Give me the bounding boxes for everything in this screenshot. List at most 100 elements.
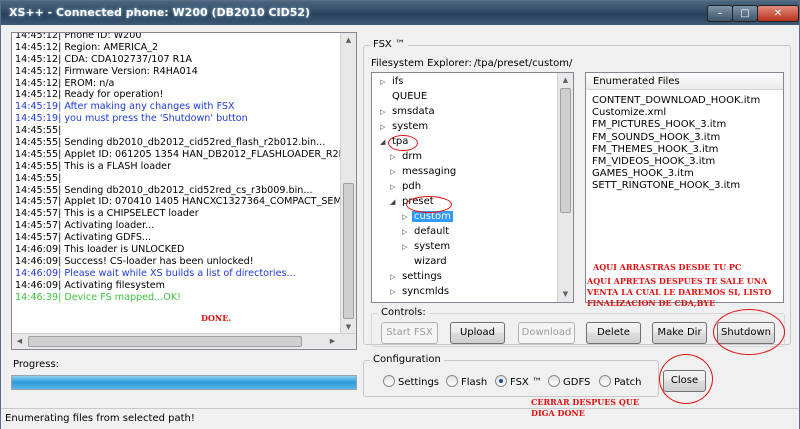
radio-gdfs[interactable]: GDFS [548, 375, 590, 388]
delete-button[interactable]: Delete [586, 322, 641, 344]
radio-label: Settings [398, 377, 440, 388]
log-vertical-scrollbar[interactable]: ▲ ▼ [340, 33, 356, 335]
tree-item-system[interactable]: ▷ system [402, 240, 452, 253]
scroll-thumb[interactable] [343, 183, 354, 319]
upload-button[interactable]: Upload [450, 322, 505, 344]
maximize-button[interactable]: □ [732, 5, 758, 22]
log-line: 14:45:55| [15, 172, 62, 184]
minimize-button[interactable]: – [707, 5, 733, 22]
file-list-item[interactable]: FM_VIDEOS_HOOK_3.itm [592, 156, 715, 168]
collapse-arrow-icon[interactable]: ◢ [390, 196, 400, 209]
make-dir-button[interactable]: Make Dir [652, 322, 707, 344]
tree-item-wizard[interactable]: wizard [402, 255, 449, 268]
annotation-drag-note-3: VENTA LA CUAL LE DAREMOS SI, LISTO [587, 287, 772, 297]
log-line: 14:45:12| Firmware Version: R4HA014 [15, 65, 198, 77]
file-list-item[interactable]: SETT_RINGTONE_HOOK_3.itm [592, 180, 740, 192]
progress-label: Progress: [13, 359, 60, 370]
tree-item-pdh[interactable]: ▷ pdh [390, 180, 423, 193]
expand-arrow-icon[interactable]: ▷ [380, 76, 390, 89]
tree-item-messaging[interactable]: ▷ messaging [390, 165, 458, 178]
file-list-item[interactable]: GAMES_HOOK_3.itm [592, 168, 694, 180]
expand-arrow-icon[interactable]: ▷ [390, 151, 400, 164]
log-line: 14:45:12| Phone ID: W200 [15, 33, 142, 41]
tree-item-default[interactable]: ▷ default [402, 225, 451, 238]
tree-item-system[interactable]: ▷ system [380, 120, 430, 133]
tree-item-label: ifs [392, 76, 404, 87]
start-fsx-button[interactable]: Start FSX [381, 322, 438, 344]
scroll-thumb[interactable] [560, 88, 571, 213]
radio-dot-icon[interactable] [548, 375, 560, 387]
log-list: 14:45:12| Phone ID: W200 14:45:12| Region… [12, 33, 342, 335]
radio-fsx[interactable]: FSX ™ [495, 375, 542, 388]
title-bar[interactable]: XS++ - Connected phone: W200 (DB2010 CID… [1, 1, 799, 25]
radio-dot-icon[interactable] [495, 375, 507, 387]
file-list-item[interactable]: FM_PICTURES_HOOK_3.itm [592, 119, 726, 131]
fsx-group-title: FSX ™ [370, 39, 408, 50]
expand-arrow-icon[interactable]: ▷ [380, 121, 390, 134]
log-line: 14:45:12| EROM: n/a [15, 77, 115, 89]
explorer-label: Filesystem Explorer: [371, 58, 472, 69]
log-line: 14:45:19| After making any changes with … [15, 101, 235, 113]
tree-item-label: pdh [402, 181, 422, 192]
file-list-item[interactable]: FM_THEMES_HOOK_3.itm [592, 144, 718, 156]
expand-arrow-icon[interactable]: ▷ [402, 226, 412, 239]
radio-dot-icon[interactable] [383, 375, 395, 387]
radio-label: GDFS [563, 377, 591, 388]
scroll-thumb[interactable] [28, 336, 302, 347]
annotation-close-note-2: DIGA DONE [531, 408, 585, 418]
tree-item-label: drm [402, 151, 423, 162]
download-button[interactable]: Download [518, 322, 575, 344]
log-line: 14:45:19| you must press the 'Shutdown' … [15, 113, 248, 125]
tree-item-label: system [392, 121, 429, 132]
progress-bar [11, 375, 357, 390]
tree-item-drm[interactable]: ▷ drm [390, 150, 424, 163]
controls-title: Controls: [378, 307, 429, 318]
tree-item-smsdata[interactable]: ▷ smsdata [380, 105, 437, 118]
expand-arrow-icon[interactable]: ▷ [390, 271, 400, 284]
annotation-circle-tpa [388, 135, 418, 151]
tree-item-syncmlds[interactable]: ▷ syncmlds [390, 285, 451, 298]
log-line: 14:45:55| Applet ID: 061205 1354 HAN_DB2… [15, 148, 342, 160]
expand-arrow-icon[interactable]: ▷ [390, 286, 400, 299]
scroll-up-icon[interactable]: ▲ [558, 73, 573, 88]
radio-label: Flash [461, 377, 488, 388]
expand-arrow-icon[interactable]: ▷ [402, 211, 412, 224]
tree-item-label: QUEUE [392, 91, 428, 102]
scroll-down-icon[interactable]: ▼ [558, 287, 573, 302]
tree-item-label: system [414, 241, 451, 252]
annotation-circle-shutdown [713, 309, 785, 355]
expand-arrow-icon[interactable]: ▷ [380, 106, 390, 119]
annotation-drag-note-4: FINALIZACION DE CDA,BYE [587, 298, 716, 308]
file-list-item[interactable]: CONTENT_DOWNLOAD_HOOK.itm [592, 95, 760, 107]
log-panel[interactable]: 14:45:12| Phone ID: W200 14:45:12| Region… [11, 32, 357, 350]
expand-arrow-icon[interactable]: ▷ [390, 181, 400, 194]
annotation-close-note-1: CERRAR DESPUES QUE [531, 397, 639, 407]
file-list-item[interactable]: FM_SOUNDS_HOOK_3.itm [592, 132, 720, 144]
directory-tree[interactable]: ▷ ifs QUEUE ▷ smsdata ▷ system ◢ tpa ▷ drm ▷ messagi… [371, 72, 574, 303]
log-line: 14:45:55| [15, 125, 62, 137]
log-horizontal-scrollbar[interactable]: ◀ ▶ [12, 333, 356, 349]
expand-arrow-icon[interactable]: ▷ [402, 241, 412, 254]
radio-dot-icon[interactable] [599, 375, 611, 387]
files-header-label: Enumerated Files [593, 76, 680, 87]
tree-item-queue[interactable]: QUEUE [380, 90, 429, 103]
tree-item-ifs[interactable]: ▷ ifs [380, 75, 406, 88]
radio-settings[interactable]: Settings [383, 375, 439, 388]
scroll-right-icon[interactable]: ▶ [325, 334, 340, 349]
radio-patch[interactable]: Patch [599, 375, 641, 388]
annotation-done: DONE. [201, 313, 232, 323]
file-list-item[interactable]: Customize.xml [592, 107, 666, 119]
log-line: 14:45:55| This is a FLASH loader [15, 160, 172, 172]
files-header[interactable]: Enumerated Files [586, 73, 783, 90]
tree-item-label: default [414, 226, 450, 237]
scroll-left-icon[interactable]: ◀ [12, 334, 27, 349]
log-line: 14:45:12| Region: AMERICA_2 [15, 41, 159, 53]
radio-flash[interactable]: Flash [446, 375, 487, 388]
log-line: 14:45:57| Activating GDFS... [15, 232, 152, 244]
scroll-up-icon[interactable]: ▲ [341, 33, 356, 48]
tree-vertical-scrollbar[interactable]: ▲ ▼ [557, 73, 573, 302]
expand-arrow-icon[interactable]: ▷ [390, 166, 400, 179]
tree-item-settings[interactable]: ▷ settings [390, 270, 444, 283]
close-window-button[interactable]: ✕ [757, 5, 799, 22]
radio-dot-icon[interactable] [446, 375, 458, 387]
